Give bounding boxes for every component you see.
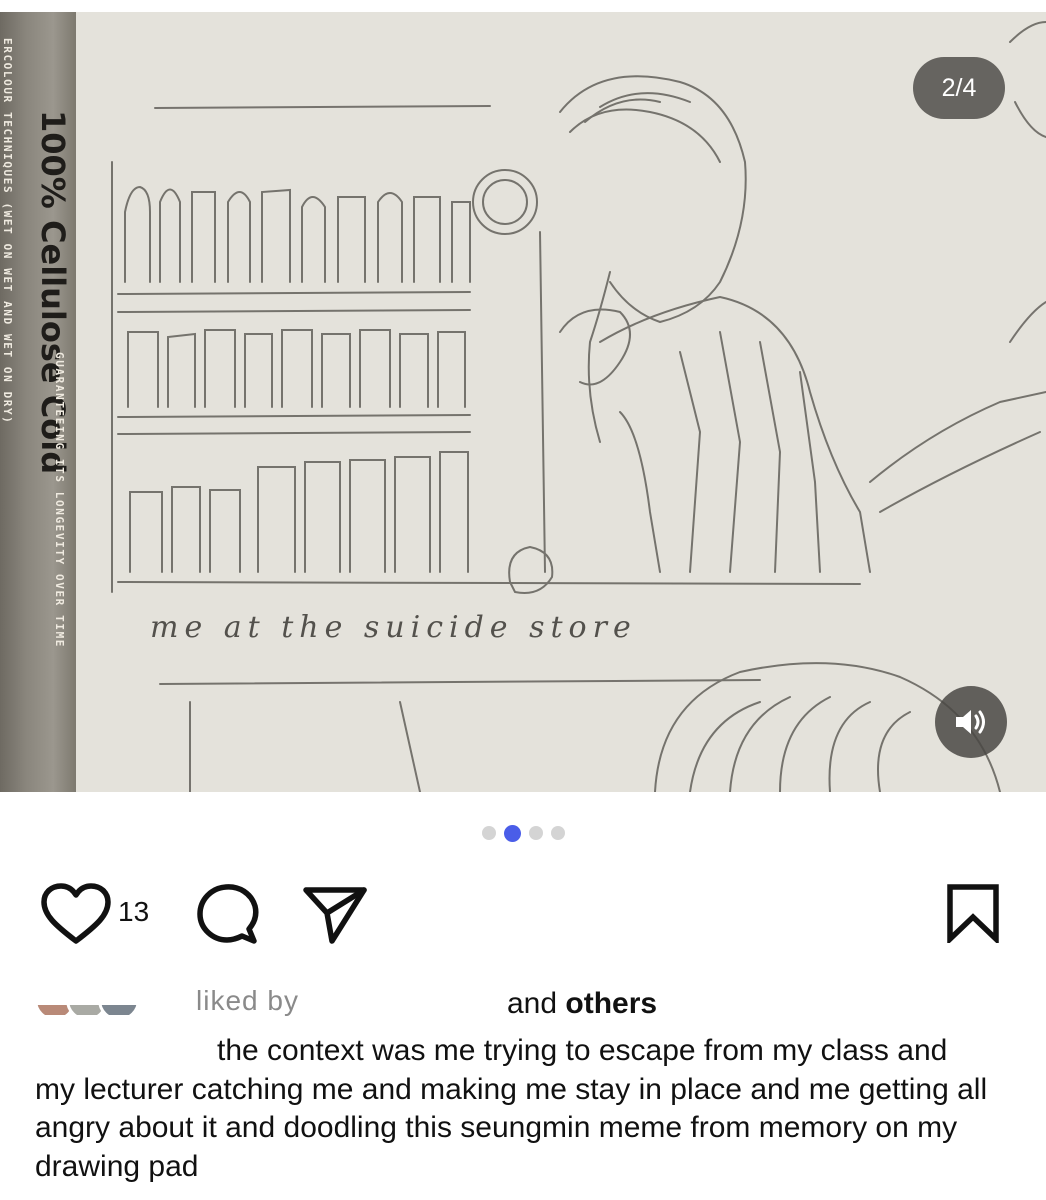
carousel-indicator [0, 824, 1046, 842]
spine-subtitle-2: GUARANTEEING ITS LONGEVITY OVER TIME [53, 352, 66, 649]
handwritten-caption: me at the suicide store [150, 610, 637, 645]
book-spine: ERCOLOUR TECHNIQUES (WET ON WET AND WET … [0, 12, 76, 792]
carousel-counter: 2/4 [913, 57, 1005, 119]
share-button[interactable] [298, 882, 372, 946]
action-bar: 13 [0, 878, 1046, 948]
liked-by-row[interactable]: liked by and others [30, 975, 1030, 1035]
like-button[interactable] [36, 882, 116, 946]
pencil-sketch-illustration [111, 21, 1046, 792]
carousel-dot [481, 826, 496, 840]
comment-button[interactable] [192, 882, 262, 946]
save-button[interactable] [938, 878, 1008, 948]
and-others-text[interactable]: and others [507, 987, 657, 1021]
like-count[interactable]: 13 [118, 896, 149, 928]
carousel-dot-active [503, 824, 521, 842]
carousel-dot [550, 826, 565, 840]
others-link[interactable]: others [565, 987, 657, 1020]
sound-toggle-button[interactable] [935, 686, 1007, 758]
and-word: and [507, 987, 566, 1020]
paper-plane-icon [303, 887, 367, 944]
heart-icon [41, 883, 111, 944]
comment-icon [197, 884, 259, 944]
caption-text: the context was me trying to escape from… [35, 1034, 988, 1183]
post-image[interactable]: ERCOLOUR TECHNIQUES (WET ON WET AND WET … [0, 12, 1046, 792]
liked-by-label: liked by [196, 985, 299, 1016]
spine-subtitle: ERCOLOUR TECHNIQUES (WET ON WET AND WET … [1, 38, 14, 425]
bookmark-icon [947, 884, 999, 943]
carousel-dot [528, 826, 543, 840]
post-caption: the context was me trying to escape from… [35, 1032, 995, 1186]
spine-title: 100% Cellulose Cold [34, 110, 72, 475]
speaker-icon [956, 710, 985, 734]
